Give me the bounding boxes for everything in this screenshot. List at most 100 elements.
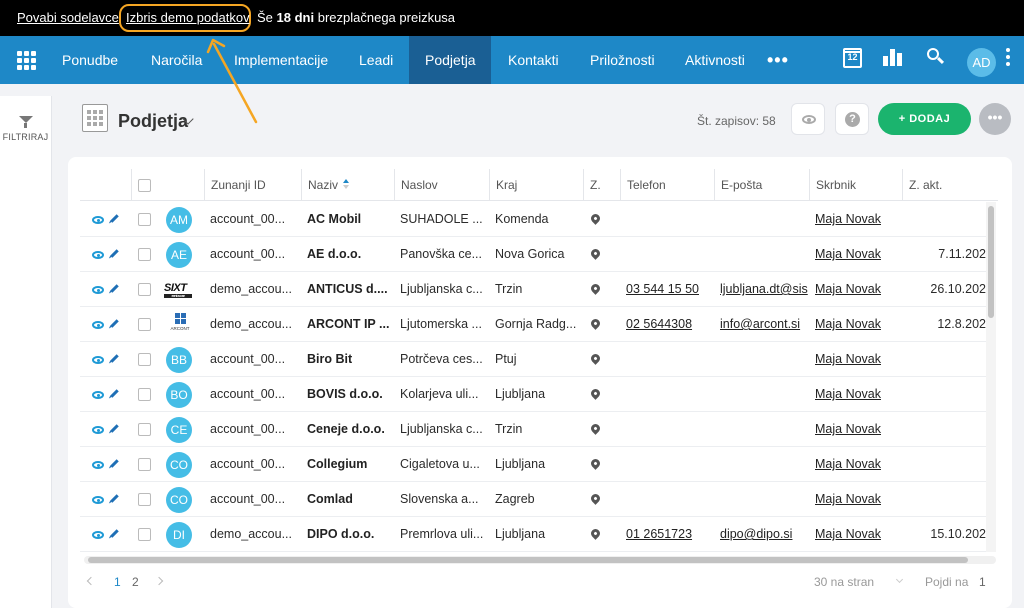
invite-colleagues-link[interactable]: Povabi sodelavce bbox=[17, 10, 119, 25]
col-phone[interactable]: Telefon bbox=[620, 169, 714, 201]
table-row[interactable]: SIXT rent a car demo_accou... ANTICUS d....… bbox=[80, 272, 986, 307]
cell-owner[interactable]: Maja Novak bbox=[815, 247, 881, 261]
more-actions-button[interactable]: ••• bbox=[979, 103, 1011, 135]
eye-icon[interactable] bbox=[92, 531, 104, 539]
eye-icon[interactable] bbox=[92, 391, 104, 399]
eye-icon[interactable] bbox=[92, 251, 104, 259]
chevron-down-icon[interactable] bbox=[895, 575, 904, 584]
page-2[interactable]: 2 bbox=[132, 575, 139, 589]
map-pin-icon[interactable] bbox=[589, 212, 602, 225]
nav-item-podjetja[interactable]: Podjetja bbox=[409, 36, 491, 84]
map-pin-icon[interactable] bbox=[589, 422, 602, 435]
eye-icon[interactable] bbox=[92, 496, 104, 504]
pencil-icon[interactable] bbox=[110, 389, 119, 398]
row-checkbox[interactable] bbox=[138, 388, 151, 401]
row-checkbox[interactable] bbox=[138, 458, 151, 471]
col-name[interactable]: Naziv bbox=[301, 169, 395, 201]
cell-phone[interactable]: 02 5644308 bbox=[626, 317, 692, 331]
eye-icon[interactable] bbox=[92, 426, 104, 434]
table-row[interactable]: AE account_00... AE d.o.o. Panovška ce... No… bbox=[80, 237, 986, 272]
map-pin-icon[interactable] bbox=[589, 317, 602, 330]
nav-item-aktivnosti[interactable]: Aktivnosti bbox=[685, 36, 745, 84]
view-toggle-button[interactable] bbox=[791, 103, 825, 135]
table-row[interactable]: CE account_00... Ceneje d.o.o. Ljubljanska … bbox=[80, 412, 986, 447]
eye-icon[interactable] bbox=[92, 321, 104, 329]
pencil-icon[interactable] bbox=[110, 494, 119, 503]
pencil-icon[interactable] bbox=[110, 214, 119, 223]
map-pin-icon[interactable] bbox=[589, 282, 602, 295]
cell-phone[interactable]: 01 2651723 bbox=[626, 527, 692, 541]
eye-icon[interactable] bbox=[92, 286, 104, 294]
table-row[interactable]: CO account_00... Comlad Slovenska a... Zagre… bbox=[80, 482, 986, 517]
nav-item-leadi[interactable]: Leadi bbox=[359, 36, 393, 84]
col-map[interactable]: Z. bbox=[583, 169, 619, 201]
delete-demo-data-link[interactable]: Izbris demo podatkov bbox=[119, 4, 251, 32]
col-address[interactable]: Naslov bbox=[394, 169, 488, 201]
pencil-icon[interactable] bbox=[110, 529, 119, 538]
row-checkbox[interactable] bbox=[138, 353, 151, 366]
nav-kebab-icon[interactable] bbox=[1006, 48, 1010, 69]
col-city[interactable]: Kraj bbox=[489, 169, 583, 201]
table-row[interactable]: ARCONT demo_accou... ARCONT IP ... Ljutomer… bbox=[80, 307, 986, 342]
cell-owner[interactable]: Maja Novak bbox=[815, 457, 881, 471]
eye-icon[interactable] bbox=[92, 216, 104, 224]
table-row[interactable]: BO account_00... BOVIS d.o.o. Kolarjeva uli… bbox=[80, 377, 986, 412]
cell-email[interactable]: info@arcont.si bbox=[720, 317, 800, 331]
nav-item-kontakti[interactable]: Kontakti bbox=[508, 36, 559, 84]
table-row[interactable]: CO account_00... Collegium Cigaletova u... L… bbox=[80, 447, 986, 482]
cell-phone[interactable]: 03 544 15 50 bbox=[626, 282, 699, 296]
map-pin-icon[interactable] bbox=[589, 352, 602, 365]
eye-icon[interactable] bbox=[92, 356, 104, 364]
help-button[interactable]: ? bbox=[835, 103, 869, 135]
table-row[interactable]: DI demo_accou... DIPO d.o.o. Premrlova uli.… bbox=[80, 517, 986, 552]
map-pin-icon[interactable] bbox=[589, 247, 602, 260]
cell-owner[interactable]: Maja Novak bbox=[815, 212, 881, 226]
map-pin-icon[interactable] bbox=[589, 527, 602, 540]
select-all-checkbox[interactable] bbox=[138, 179, 151, 192]
col-last-activity[interactable]: Z. akt. bbox=[902, 169, 996, 201]
search-icon[interactable] bbox=[927, 48, 945, 65]
per-page-select[interactable]: 30 na stran bbox=[814, 575, 874, 589]
cell-owner[interactable]: Maja Novak bbox=[815, 317, 881, 331]
cell-owner[interactable]: Maja Novak bbox=[815, 422, 881, 436]
page-title[interactable]: Podjetja bbox=[118, 111, 188, 132]
cell-owner[interactable]: Maja Novak bbox=[815, 282, 881, 296]
vertical-scrollbar[interactable] bbox=[986, 202, 996, 552]
horizontal-scrollbar[interactable] bbox=[84, 556, 996, 564]
nav-item-ponudbe[interactable]: Ponudbe bbox=[62, 36, 118, 84]
nav-item-narocila[interactable]: Naročila bbox=[151, 36, 202, 84]
table-row[interactable]: BB account_00... Biro Bit Potrčeva ces... Pt… bbox=[80, 342, 986, 377]
pencil-icon[interactable] bbox=[110, 354, 119, 363]
cell-owner[interactable]: Maja Novak bbox=[815, 492, 881, 506]
map-pin-icon[interactable] bbox=[589, 492, 602, 505]
cell-email[interactable]: dipo@dipo.si bbox=[720, 527, 792, 541]
app-grid-icon[interactable] bbox=[17, 51, 36, 70]
pencil-icon[interactable] bbox=[110, 459, 119, 468]
col-email[interactable]: E-pošta bbox=[714, 169, 808, 201]
calendar-icon[interactable]: 12 bbox=[843, 48, 862, 68]
pencil-icon[interactable] bbox=[110, 284, 119, 293]
row-checkbox[interactable] bbox=[138, 248, 151, 261]
row-checkbox[interactable] bbox=[138, 423, 151, 436]
page-1[interactable]: 1 bbox=[114, 575, 121, 589]
pencil-icon[interactable] bbox=[110, 319, 119, 328]
cell-owner[interactable]: Maja Novak bbox=[815, 352, 881, 366]
row-checkbox[interactable] bbox=[138, 528, 151, 541]
prev-page-icon[interactable] bbox=[86, 576, 96, 586]
col-owner[interactable]: Skrbnik bbox=[809, 169, 903, 201]
nav-more-button[interactable]: ••• bbox=[767, 50, 789, 71]
goto-page-input[interactable]: 1 bbox=[979, 575, 986, 589]
map-pin-icon[interactable] bbox=[589, 387, 602, 400]
table-row[interactable]: AM account_00... AC Mobil SUHADOLE ... Komen… bbox=[80, 202, 986, 237]
cell-email[interactable]: ljubljana.dt@sis bbox=[720, 282, 808, 296]
row-checkbox[interactable] bbox=[138, 283, 151, 296]
row-checkbox[interactable] bbox=[138, 493, 151, 506]
nav-item-priloznosti[interactable]: Priložnosti bbox=[590, 36, 655, 84]
pencil-icon[interactable] bbox=[110, 424, 119, 433]
reports-chart-icon[interactable] bbox=[883, 48, 903, 66]
cell-owner[interactable]: Maja Novak bbox=[815, 527, 881, 541]
map-pin-icon[interactable] bbox=[589, 457, 602, 470]
cell-owner[interactable]: Maja Novak bbox=[815, 387, 881, 401]
row-checkbox[interactable] bbox=[138, 213, 151, 226]
filter-panel-toggle[interactable]: FILTRIRAJ bbox=[0, 96, 52, 608]
